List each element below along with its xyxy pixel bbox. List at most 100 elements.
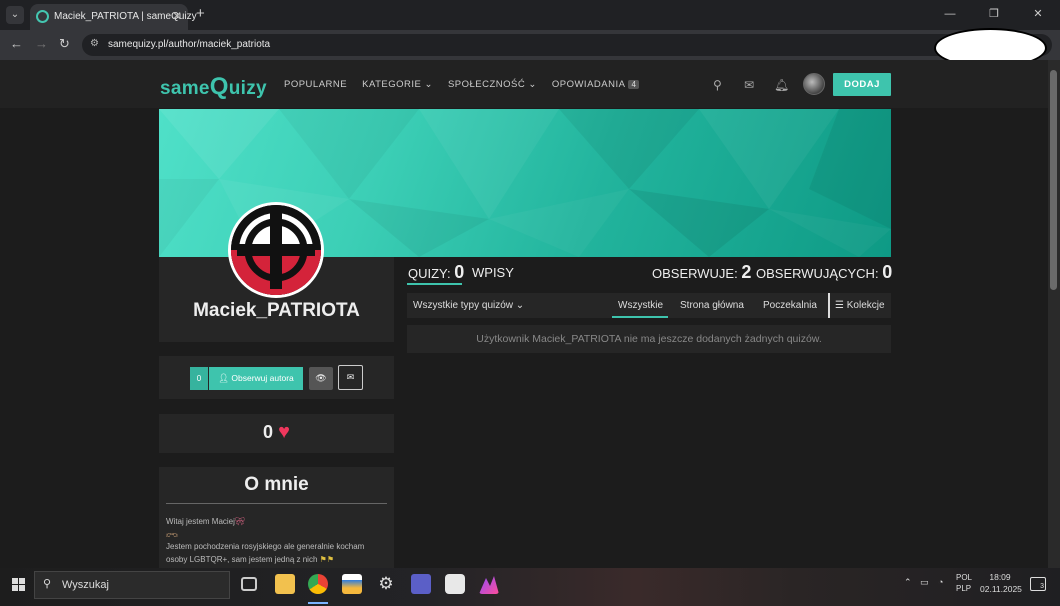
logo-q: Q: [209, 73, 229, 100]
tray-chevron-up-icon[interactable]: ⌃: [904, 577, 912, 588]
nav-popularne[interactable]: POPULARNE: [284, 79, 347, 90]
heart-icon: ♥: [278, 421, 290, 443]
about-divider: [166, 503, 387, 504]
nav-kategorie[interactable]: KATEGORIE ⌄: [362, 79, 433, 90]
tab-search-button[interactable]: ⌄: [6, 6, 24, 24]
photos-app-icon[interactable]: [445, 574, 465, 594]
followers-stat[interactable]: OBSERWUJĄCYCH: 0: [756, 262, 892, 283]
task-view-icon[interactable]: [241, 577, 257, 591]
chrome-icon[interactable]: [308, 574, 328, 594]
opowiadania-badge: 4: [628, 80, 640, 89]
chrome-active-indicator: [308, 602, 328, 604]
collections-label: Kolekcje: [846, 300, 885, 311]
network-icon[interactable]: ◔: [938, 577, 943, 587]
tab-quizy[interactable]: QUIZY: 0: [408, 262, 464, 283]
browser-tab-bar: ⌄ Maciek_PATRIOTA | sameQuizy ✕ + — ❐ ✕: [0, 0, 1060, 30]
settings-gear-icon[interactable]: ⚙: [376, 574, 396, 594]
clock-time: 18:09: [989, 572, 1011, 582]
logo-suffix: uizy: [228, 78, 267, 99]
teams-icon[interactable]: [411, 574, 431, 594]
collections-button[interactable]: ☰ Kolekcje: [835, 300, 885, 311]
url-input[interactable]: ⚙ samequizy.pl/author/maciek_patriota: [82, 34, 1052, 56]
language-indicator[interactable]: POL PLP: [956, 572, 972, 594]
new-tab-button[interactable]: +: [196, 5, 205, 22]
maximize-button[interactable]: ❐: [972, 0, 1016, 30]
clipchamp-icon[interactable]: [479, 576, 499, 594]
scroll-thumb[interactable]: [1050, 70, 1057, 290]
bell-icon[interactable]: 🔔︎: [774, 78, 789, 92]
about-line-3: Jestem pochodzenia rosyjskiego ale gener…: [166, 542, 365, 551]
about-line-1: Witaj jestem Maciej: [166, 517, 235, 526]
follow-author-label: Obserwuj autora: [231, 373, 294, 383]
filter-tab-poczekalnia[interactable]: Poczekalnia: [763, 300, 817, 311]
back-arrow-icon[interactable]: ←: [10, 36, 23, 51]
site-nav: POPULARNE KATEGORIE ⌄ SPOŁECZNOŚĆ ⌄ OPOW…: [284, 79, 640, 90]
site-settings-icon[interactable]: ⚙: [90, 38, 99, 49]
nav-opowiadania[interactable]: OPOWIADANIA 4: [552, 79, 640, 90]
address-bar: ← → ↻ ⚙ samequizy.pl/author/maciek_patri…: [0, 30, 1060, 60]
notification-center-icon[interactable]: 3: [1030, 577, 1046, 591]
taskbar-search-input[interactable]: ⚲ Wyszukaj: [34, 571, 230, 599]
reload-icon[interactable]: ↻: [59, 36, 70, 52]
quizy-label: QUIZY:: [408, 266, 451, 281]
followers-value: 0: [882, 262, 893, 282]
eye-icon: 👁︎: [315, 373, 327, 383]
add-button[interactable]: DODAJ: [833, 73, 891, 96]
microsoft-store-icon[interactable]: [342, 574, 362, 594]
file-explorer-icon[interactable]: [275, 574, 295, 594]
url-text[interactable]: samequizy.pl/author/maciek_patriota: [108, 39, 270, 50]
profile-username: Maciek_PATRIOTA: [193, 300, 360, 321]
samequizy-logo[interactable]: sameQuizy: [160, 73, 267, 101]
page-scrollbar[interactable]: [1048, 60, 1060, 568]
quizy-value: 0: [454, 262, 465, 282]
close-window-button[interactable]: ✕: [1016, 0, 1060, 30]
follow-author-button[interactable]: 👤︎ Obserwuj autora: [209, 367, 303, 390]
filter-tab-wszystkie[interactable]: Wszystkie: [618, 300, 663, 311]
taskbar-clock[interactable]: 18:09 02.11.2025: [980, 571, 1022, 595]
window-controls: — ❐ ✕: [928, 0, 1060, 30]
profile-avatar: [228, 202, 324, 298]
battery-icon[interactable]: ▭: [920, 577, 929, 588]
tab-wpisy[interactable]: WPISY: [472, 265, 514, 280]
list-icon: ☰: [835, 300, 847, 311]
windows-taskbar: ⚲ Wyszukaj ⚙ ⌃ ▭ ◔ POL PLP 18:09 02.11.2…: [0, 568, 1060, 606]
follower-count: 0: [190, 367, 208, 390]
following-value: 2: [741, 262, 752, 282]
tab-close-icon[interactable]: ✕: [172, 9, 182, 23]
minimize-button[interactable]: —: [928, 0, 972, 30]
windows-start-icon[interactable]: [12, 578, 26, 592]
quiz-type-select[interactable]: Wszystkie typy quizów ⌄: [413, 300, 524, 311]
lang-top: POL: [956, 573, 973, 582]
filter-tab-strona-glowna[interactable]: Strona główna: [680, 300, 744, 311]
empty-quizzes-message: Użytkownik Maciek_PATRIOTA nie ma jeszcz…: [407, 325, 891, 353]
logo-prefix: same: [160, 78, 210, 99]
hands-emoji-icon: 👉︎👈︎: [166, 529, 178, 539]
forward-arrow-icon[interactable]: →: [35, 36, 48, 51]
flag-emoji-icon: ⚑⚑: [319, 554, 334, 564]
filter-active-indicator: [612, 316, 668, 318]
envelope-icon: ✉: [346, 372, 355, 382]
nav-spolecznosc[interactable]: SPOŁECZNOŚĆ ⌄: [448, 79, 537, 90]
samequizy-favicon-icon: [36, 10, 49, 23]
mail-icon[interactable]: ✉: [744, 78, 754, 92]
send-message-button[interactable]: ✉: [338, 365, 363, 390]
search-icon: ⚲: [43, 578, 52, 590]
following-label: OBSERWUJE:: [652, 266, 738, 281]
taskbar-search-placeholder: Wyszukaj: [62, 579, 109, 591]
user-plus-icon: 👤︎: [218, 373, 232, 383]
about-title: O mnie: [244, 474, 309, 495]
following-stat[interactable]: OBSERWUJE: 2: [652, 262, 751, 283]
browser-tab[interactable]: Maciek_PATRIOTA | sameQuizy ✕: [30, 4, 197, 30]
nav-opowiadania-label: OPOWIADANIA: [551, 79, 626, 90]
likes-counter: 0 ♥: [159, 421, 394, 444]
about-line-4: osoby LGBTQR+, sam jestem jedną z nich: [166, 554, 318, 564]
followers-label: OBSERWUJĄCYCH:: [756, 266, 879, 281]
watch-button[interactable]: 👁︎: [309, 367, 333, 390]
lang-bottom: PLP: [956, 584, 972, 593]
search-icon[interactable]: ⚲: [713, 78, 722, 92]
filter-divider: [828, 293, 830, 318]
bow-emoji-icon: 🎀︎: [234, 517, 246, 526]
quizy-active-indicator: [407, 283, 462, 285]
user-avatar[interactable]: [803, 73, 825, 95]
celtic-cross-avatar-icon: [231, 205, 321, 295]
